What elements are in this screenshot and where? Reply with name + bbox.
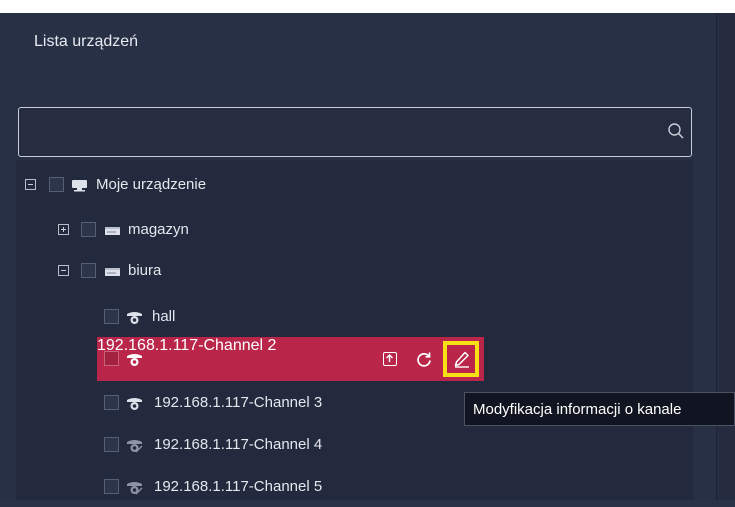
channel-item-5[interactable]: 192.168.1.117-Channel 5 (97, 467, 457, 507)
edit-channel-button[interactable] (443, 341, 479, 377)
channel-item-hall[interactable]: hall (97, 297, 693, 337)
tree-node-magazyn[interactable]: magazyn (16, 210, 693, 250)
tooltip: Modyfikacja informacji o kanale (464, 392, 735, 426)
tree-node-biura[interactable]: biura (16, 251, 693, 291)
checkbox[interactable] (81, 222, 96, 237)
channel-item-3[interactable]: 192.168.1.117-Channel 3 (97, 383, 457, 423)
channel-item-selected[interactable]: 192.168.1.117-Channel 2 (97, 337, 484, 381)
tree-node-label: magazyn (128, 221, 189, 238)
channel-label: hall (152, 308, 176, 325)
tree-node-label: biura (128, 262, 162, 279)
refresh-icon[interactable] (416, 351, 432, 367)
dome-camera-icon (127, 354, 142, 366)
panel-title: Lista urządzeń (34, 33, 139, 50)
checkbox[interactable] (104, 437, 119, 452)
upload-icon[interactable] (383, 352, 397, 366)
channel-label: 192.168.1.117-Channel 3 (154, 394, 323, 411)
search-input[interactable] (27, 108, 671, 158)
edit-pencil-icon (454, 351, 469, 368)
nvr-icon (105, 227, 120, 235)
right-panel-edge (716, 13, 735, 500)
checkbox[interactable] (49, 177, 64, 192)
channel-item-4[interactable]: 192.168.1.117-Channel 4 (97, 425, 457, 465)
checkbox[interactable] (104, 351, 119, 366)
dome-camera-offline-icon (127, 482, 143, 495)
dome-camera-icon (127, 312, 142, 324)
search-icon[interactable] (667, 122, 685, 140)
dome-camera-icon (127, 398, 142, 410)
channel-label: 192.168.1.117-Channel 2 (97, 337, 277, 354)
channel-label: 192.168.1.117-Channel 4 (154, 436, 323, 453)
dome-camera-offline-icon (127, 440, 143, 453)
collapse-toggle[interactable] (25, 179, 36, 190)
tree-node-label: Moje urządzenie (96, 176, 207, 193)
channel-label: 192.168.1.117-Channel 5 (154, 478, 323, 495)
search-box[interactable] (18, 107, 692, 158)
top-bar (0, 0, 735, 13)
expand-toggle[interactable] (58, 224, 69, 235)
collapse-toggle[interactable] (58, 265, 69, 276)
nvr-icon (105, 268, 120, 276)
checkbox[interactable] (104, 309, 119, 324)
tree-node-root[interactable]: Moje urządzenie (16, 165, 693, 205)
checkbox[interactable] (104, 395, 119, 410)
checkbox[interactable] (104, 479, 119, 494)
monitor-icon (72, 180, 87, 192)
checkbox[interactable] (81, 263, 96, 278)
